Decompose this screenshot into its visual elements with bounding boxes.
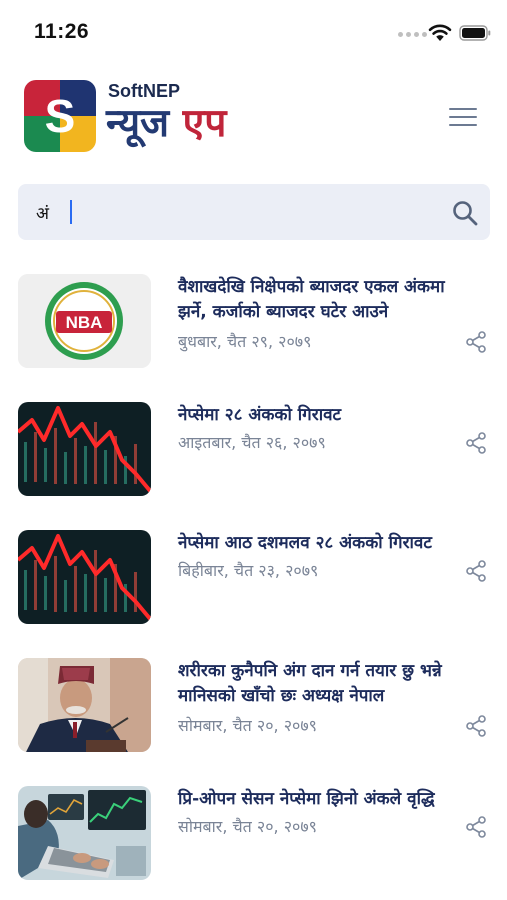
signal-icon [398, 32, 427, 37]
news-date: बिहीबार, चैत २३, २०७९ [178, 561, 319, 580]
news-title[interactable]: नेप्सेमा २८ अंकको गिरावट [178, 403, 478, 428]
news-date: बुधबार, चैत २९, २०७९ [178, 332, 312, 351]
news-title[interactable]: शरीरका कुनैपनि अंग दान गर्न तयार छु भन्न… [178, 659, 478, 709]
search-box [18, 184, 490, 240]
battery-icon [459, 25, 491, 41]
news-thumbnail-stock-chart [18, 530, 151, 624]
news-title[interactable]: प्रि-ओपन सेसन नेप्सेमा झिनो अंकले वृद्धि [178, 787, 478, 812]
news-thumbnail-speaker-photo [18, 658, 151, 752]
text-caret [70, 200, 72, 224]
status-time: 11:26 [34, 20, 90, 43]
share-icon[interactable] [464, 714, 488, 738]
hamburger-menu-icon[interactable] [449, 108, 477, 128]
news-item[interactable]: नेप्सेमा आठ दशमलव २८ अंकको गिरावट बिहीबा… [18, 522, 490, 624]
news-thumbnail-trading-desk [18, 786, 151, 880]
app-header: S SoftNEP न्यूज एप [0, 70, 507, 170]
nba-logo-text: NBA [66, 313, 103, 332]
news-title[interactable]: नेप्सेमा आठ दशमलव २८ अंकको गिरावट [178, 531, 478, 556]
share-icon[interactable] [464, 559, 488, 583]
news-thumbnail-stock-chart [18, 402, 151, 496]
news-date: सोमबार, चैत २०, २०७९ [178, 817, 317, 836]
app-logo: S [24, 80, 96, 152]
brand-title-word2: एप [182, 101, 227, 146]
logo-letter: S [45, 90, 76, 142]
news-date: सोमबार, चैत २०, २०७९ [178, 716, 317, 735]
news-thumbnail-nba-logo: NBA [18, 274, 151, 368]
share-icon[interactable] [464, 815, 488, 839]
news-item[interactable]: नेप्सेमा २८ अंकको गिरावट आइतबार, चैत २६,… [18, 394, 490, 496]
news-date: आइतबार, चैत २६, २०७९ [178, 433, 326, 452]
news-title[interactable]: वैशाखदेखि निक्षेपको ब्याजदर एकल अंकमा झर… [178, 275, 478, 325]
wifi-icon [428, 24, 452, 41]
brand-title: न्यूज एप [106, 100, 226, 148]
search-icon[interactable] [451, 199, 479, 227]
brand-title-word1: न्यूज [106, 101, 170, 146]
share-icon[interactable] [464, 330, 488, 354]
brand-name: SoftNEP [108, 81, 180, 101]
news-item[interactable]: शरीरका कुनैपनि अंग दान गर्न तयार छु भन्न… [18, 650, 490, 752]
status-bar: 11:26 [0, 0, 507, 62]
news-item[interactable]: NBA वैशाखदेखि निक्षेपको ब्याजदर एकल अंकम… [18, 266, 490, 368]
news-item[interactable]: प्रि-ओपन सेसन नेप्सेमा झिनो अंकले वृद्धि… [18, 778, 490, 880]
share-icon[interactable] [464, 431, 488, 455]
search-input[interactable] [36, 193, 416, 231]
